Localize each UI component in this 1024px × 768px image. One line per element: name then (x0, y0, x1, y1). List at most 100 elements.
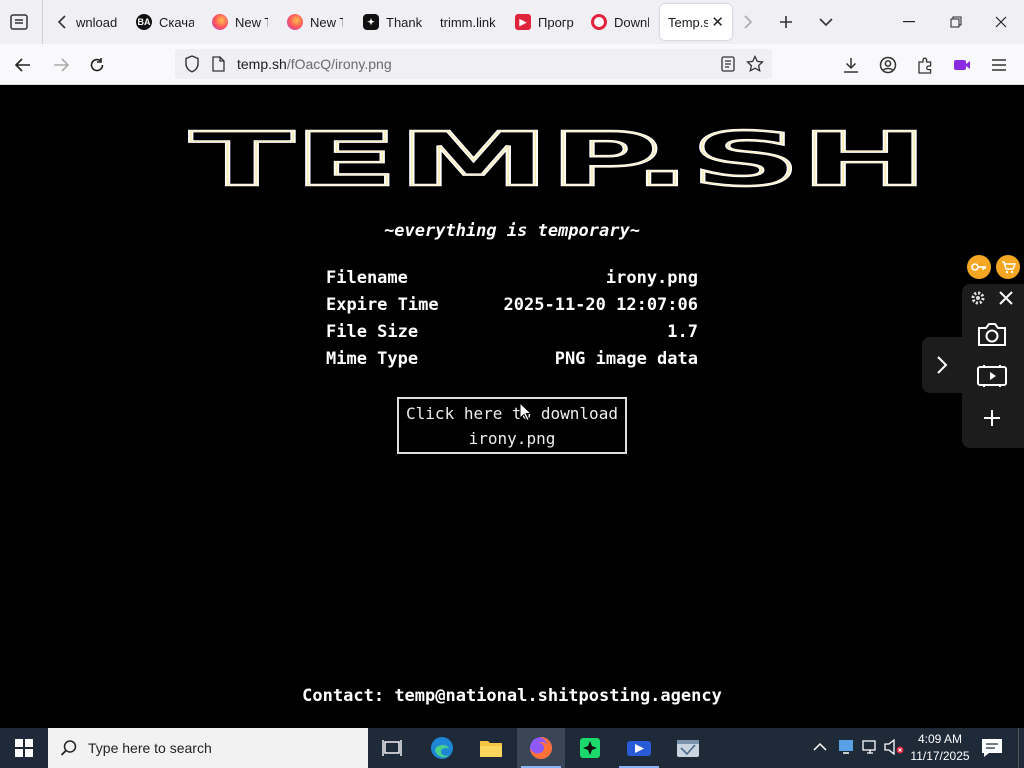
app-menu-button[interactable] (986, 52, 1012, 78)
page-content: TEMP.SH TEMP.SH ~everything is temporary… (0, 86, 1024, 728)
download-link-button[interactable]: Click here to download irony.png (397, 397, 627, 454)
reader-view-icon[interactable] (721, 56, 735, 77)
notifications-button[interactable] (981, 738, 1003, 763)
tab-label: Downl (614, 14, 649, 30)
scroll-tabs-left-button[interactable] (52, 12, 72, 32)
volume-muted-icon[interactable] (884, 738, 904, 760)
firefox-icon (287, 14, 303, 30)
tab-label: trimm.link (440, 14, 496, 30)
downloads-button[interactable] (838, 52, 864, 78)
tab-progr[interactable]: ▶ Прогр (515, 4, 577, 40)
hamburger-menu-icon (992, 59, 1006, 71)
extension-video-button[interactable] (949, 52, 975, 78)
taskbar-clock[interactable]: 4:09 AM 11/17/2025 (905, 731, 975, 765)
tab-downl[interactable]: Downl (591, 4, 649, 40)
svg-text:TEMP.SH: TEMP.SH (190, 128, 928, 190)
mime-type-value: PNG image data (554, 348, 698, 369)
start-button[interactable] (0, 728, 48, 768)
tab-new-1[interactable]: New T (212, 4, 268, 40)
url-text[interactable]: temp.sh/fOacQ/irony.png (237, 56, 392, 72)
key-badge-icon[interactable] (967, 255, 991, 279)
url-host: temp.sh (237, 56, 287, 72)
puzzle-icon (917, 57, 931, 74)
clock-time: 4:09 AM (917, 732, 963, 746)
tab-label: wnload (76, 14, 118, 30)
task-view-button[interactable] (368, 728, 416, 768)
tray-monitor-icon[interactable] (838, 739, 854, 760)
video-red-icon: ▶ (515, 14, 531, 30)
show-desktop-button[interactable] (1018, 728, 1024, 768)
filename-value: irony.png (605, 267, 698, 288)
contact-email[interactable]: temp@national.shitposting.agency (394, 686, 722, 706)
record-video-icon[interactable] (976, 364, 1008, 393)
tab-label: Скача (159, 14, 194, 30)
bookmark-star-icon[interactable] (746, 54, 764, 78)
expand-panel-button[interactable] (922, 337, 962, 393)
navigation-toolbar: temp.sh/fOacQ/irony.png (0, 44, 1024, 85)
extensions-button[interactable] (912, 52, 938, 78)
close-window-button[interactable] (982, 10, 1020, 34)
chevron-up-icon (813, 742, 827, 751)
taskbar-green-app[interactable] (566, 728, 614, 768)
network-icon[interactable] (862, 739, 880, 760)
tagline: ~everything is temporary~ (384, 221, 640, 241)
task-view-icon (382, 740, 402, 756)
settings-gear-icon[interactable] (970, 290, 986, 311)
back-button[interactable] (10, 52, 36, 78)
tab-label: New T (235, 14, 268, 30)
taskbar-edge[interactable] (418, 728, 466, 768)
notification-icon (982, 739, 1002, 757)
tab-skachat[interactable]: BA Скача (136, 4, 194, 40)
cart-badge-icon[interactable] (996, 255, 1020, 279)
tab-temp-sh[interactable]: Temp.sh ✕ (660, 4, 732, 40)
chevron-left-icon (57, 15, 66, 29)
restore-icon (950, 16, 962, 28)
maximize-button[interactable] (937, 10, 975, 34)
chevron-down-icon (819, 18, 833, 27)
add-icon[interactable] (982, 408, 1002, 433)
tab-new-2[interactable]: New T (287, 4, 343, 40)
mime-type-label: Mime Type (326, 348, 419, 369)
contact-label: Contact: (302, 686, 385, 706)
account-button[interactable] (875, 52, 901, 78)
temp-sh-logo: TEMP.SH TEMP.SH (189, 128, 930, 190)
folder-icon (480, 741, 502, 757)
taskbar-file-explorer[interactable] (467, 728, 515, 768)
taskbar-firefox[interactable] (517, 728, 565, 768)
green-app-icon (580, 738, 600, 758)
new-tab-button[interactable] (774, 11, 798, 33)
download-filename: irony.png (468, 429, 556, 448)
dark-logo-icon: ✦ (363, 14, 379, 30)
file-size-label: File Size (326, 321, 419, 342)
close-tab-icon[interactable]: ✕ (711, 13, 724, 31)
tracking-protection-icon[interactable] (184, 55, 200, 78)
tab-separator (42, 0, 43, 44)
minimize-button[interactable] (890, 10, 928, 34)
purple-extension-icon (954, 60, 970, 70)
list-all-tabs-button[interactable] (814, 11, 838, 33)
tab-download[interactable]: wnload (76, 4, 122, 40)
address-bar[interactable]: temp.sh/fOacQ/irony.png (175, 49, 772, 79)
page-info-icon[interactable] (212, 56, 225, 77)
tab-thank[interactable]: ✦ Thank (363, 4, 423, 40)
show-hidden-icons-button[interactable] (813, 739, 827, 757)
taskbar-video-recorder[interactable] (615, 728, 663, 768)
filename-row: Filename irony.png (326, 264, 698, 291)
reload-icon (90, 58, 104, 72)
clock-date: 11/17/2025 (910, 749, 970, 763)
taskbar-window-app[interactable] (664, 728, 712, 768)
tab-list-button[interactable] (6, 10, 32, 34)
close-icon (995, 16, 1007, 28)
forward-button[interactable] (48, 52, 74, 78)
reload-button[interactable] (84, 52, 110, 78)
tab-trimm[interactable]: trimm.link (440, 4, 502, 40)
close-panel-icon[interactable] (998, 290, 1014, 311)
scroll-tabs-right-button[interactable] (738, 12, 758, 32)
tab-strip: wnload BA Скача New T New T ✦ Thank trim… (0, 0, 1024, 44)
screenshot-camera-icon[interactable] (976, 322, 1008, 353)
arrow-right-icon (54, 58, 69, 72)
taskbar-search-box[interactable]: Type here to search (48, 728, 368, 768)
file-info-table: Filename irony.png Expire Time 2025-11-2… (326, 264, 698, 372)
edge-icon (431, 737, 453, 759)
ba-icon: BA (136, 14, 152, 30)
